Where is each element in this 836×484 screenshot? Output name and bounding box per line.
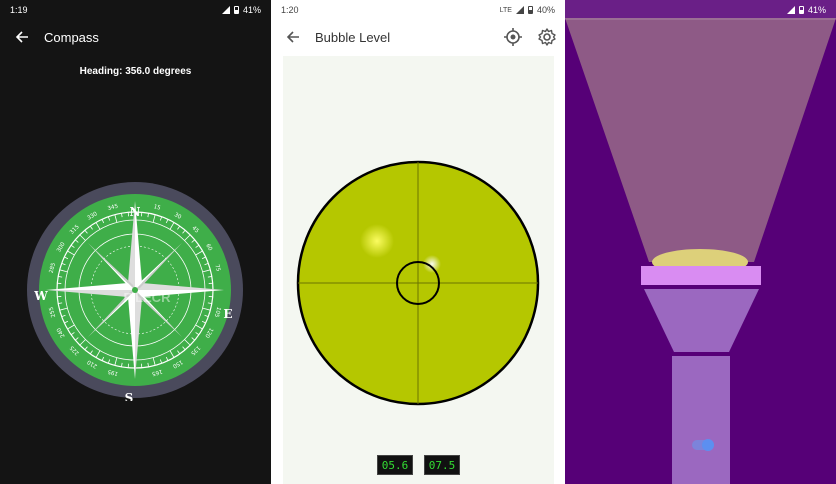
watermark: FILECR — [124, 290, 172, 305]
settings-gear-icon[interactable] — [537, 27, 557, 47]
flashlight-head — [641, 266, 761, 285]
battery-icon — [527, 6, 533, 14]
light-beam — [565, 18, 836, 262]
arrow-back-icon — [286, 31, 299, 43]
signal-icon — [515, 6, 524, 14]
status-bar: 1:19 41% — [0, 0, 271, 20]
signal-icon — [786, 6, 795, 14]
screenshot-collage: 1:19 41% Compass Heading: 356.0 degrees — [0, 0, 836, 484]
status-time: 1:20 — [281, 5, 299, 15]
flashlight-screen: 41% — [565, 0, 836, 484]
calibrate-target-icon[interactable] — [503, 27, 523, 47]
flashlight-illustration — [565, 18, 836, 484]
status-bar: 41% — [565, 0, 836, 20]
x-angle-readout: 05.6 — [377, 455, 413, 475]
arrow-back-icon — [15, 31, 28, 43]
back-button[interactable] — [0, 20, 44, 54]
cardinal-north: N — [130, 205, 141, 219]
flashlight-body — [672, 356, 730, 484]
flashlight-neck — [644, 289, 759, 352]
signal-icon — [221, 6, 230, 14]
cardinal-west: W — [33, 289, 48, 303]
network-type: LTE — [499, 6, 512, 14]
page-title: Bubble Level — [315, 29, 391, 45]
cardinal-east: E — [223, 307, 232, 321]
battery-percent: 41% — [807, 5, 826, 15]
battery-icon — [233, 6, 239, 14]
bubble-level-screen: 1:20 LTE 40% Bubble Level 05.6 07.5 — [271, 0, 565, 484]
app-bar: Bubble Level — [271, 20, 565, 54]
y-angle-readout: 07.5 — [424, 455, 460, 475]
back-button[interactable] — [271, 20, 315, 54]
app-bar: Compass — [0, 20, 271, 54]
status-bar: 1:20 LTE 40% — [271, 0, 565, 20]
compass-dial: 345 1530456075105120135150165195210225240… — [27, 182, 243, 401]
heading-readout: Heading: 356.0 degrees — [79, 66, 192, 77]
battery-icon — [798, 6, 804, 14]
power-toggle-switch[interactable] — [692, 439, 714, 451]
status-time: 1:19 — [10, 5, 28, 15]
compass-screen: 1:19 41% Compass Heading: 356.0 degrees — [0, 0, 271, 484]
cardinal-south: S — [125, 391, 134, 401]
level-disc — [296, 160, 540, 406]
battery-percent: 40% — [536, 5, 555, 15]
page-title: Compass — [44, 29, 99, 45]
bubble — [360, 224, 394, 258]
battery-percent: 41% — [242, 5, 261, 15]
